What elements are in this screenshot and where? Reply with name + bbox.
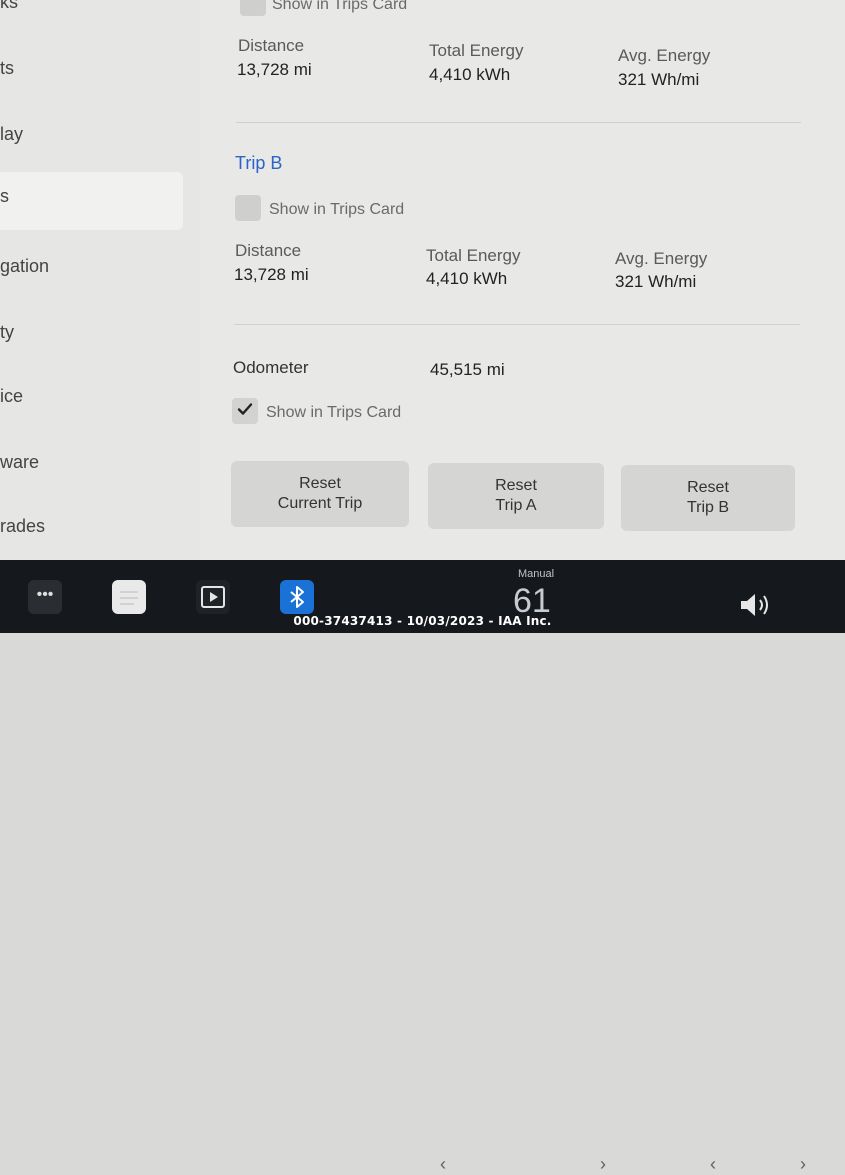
watermark-text: 000-37437413 - 10/03/2023 - IAA Inc. bbox=[293, 614, 552, 628]
bluetooth-glyph-icon bbox=[290, 586, 304, 608]
more-apps-icon[interactable]: ••• bbox=[28, 580, 62, 614]
trip-b-title: Trip B bbox=[235, 153, 283, 173]
reset-trip-a-line1: Reset bbox=[495, 477, 537, 494]
sidebar-item-lights[interactable]: ts bbox=[0, 58, 14, 79]
trip-b-show-label: Show in Trips Card bbox=[269, 201, 405, 218]
sidebar-item-trips[interactable]: s bbox=[0, 186, 9, 207]
trip-a-avg-energy-value: 321 Wh/mi bbox=[618, 70, 700, 89]
sidebar-item-software[interactable]: ware bbox=[0, 452, 39, 473]
trip-b-avg-energy-label: Avg. Energy bbox=[615, 249, 708, 268]
climate-mode-label: Manual bbox=[518, 568, 555, 580]
reset-trip-b-line2: Trip B bbox=[686, 499, 730, 516]
odometer-label: Odometer bbox=[233, 358, 309, 377]
trip-a-show-checkbox[interactable] bbox=[240, 0, 266, 16]
media-player-icon[interactable] bbox=[196, 580, 230, 614]
sidebar-item-navigation[interactable]: gation bbox=[0, 256, 49, 277]
trips-panel: Show in Trips Card Distance 13,728 mi To… bbox=[200, 0, 845, 560]
checkmark-icon bbox=[237, 403, 253, 415]
divider bbox=[236, 122, 801, 123]
sidebar-item-display[interactable]: lay bbox=[0, 124, 23, 145]
sidebar-item-locks[interactable]: ks bbox=[0, 0, 18, 13]
odometer-value: 45,515 mi bbox=[430, 360, 505, 379]
volume-down-chevron-icon[interactable]: ‹ bbox=[710, 1154, 716, 1175]
reset-current-trip-button[interactable]: Reset Current Trip bbox=[231, 461, 409, 527]
bluetooth-icon[interactable] bbox=[280, 580, 314, 614]
reset-trip-b-button[interactable]: Reset Trip B bbox=[621, 465, 795, 531]
sidebar-item-upgrades[interactable]: rades bbox=[0, 516, 45, 537]
trip-b-total-energy-value: 4,410 kWh bbox=[426, 269, 508, 288]
trip-a-distance-label: Distance bbox=[238, 36, 305, 55]
trip-b-avg-energy-value: 321 Wh/mi bbox=[615, 272, 697, 291]
trip-a-avg-energy-label: Avg. Energy bbox=[618, 46, 711, 65]
trip-b-distance-label: Distance bbox=[235, 241, 302, 260]
trip-b-distance-value: 13,728 mi bbox=[234, 265, 309, 284]
trip-b-total-energy-label: Total Energy bbox=[426, 246, 521, 265]
reset-current-trip-line1: Reset bbox=[299, 475, 341, 492]
notepad-glyph-icon bbox=[120, 591, 138, 605]
temp-up-chevron-icon[interactable]: › bbox=[600, 1154, 606, 1175]
trip-a-total-energy-label: Total Energy bbox=[429, 41, 524, 60]
sidebar-selected-highlight bbox=[0, 172, 183, 230]
reset-current-trip-line2: Current Trip bbox=[277, 495, 363, 512]
divider bbox=[234, 324, 800, 325]
trip-b-show-checkbox[interactable] bbox=[235, 195, 261, 221]
settings-screen: ks ts lay s gation ty ice ware rades Sho… bbox=[0, 0, 845, 560]
play-icon bbox=[201, 586, 225, 608]
odometer-show-label: Show in Trips Card bbox=[266, 404, 402, 421]
sidebar-item-safety[interactable]: ty bbox=[0, 322, 14, 343]
reset-trip-a-button[interactable]: Reset Trip A bbox=[428, 463, 604, 529]
volume-up-chevron-icon[interactable]: › bbox=[800, 1154, 806, 1175]
trip-a-total-energy-value: 4,410 kWh bbox=[429, 65, 511, 84]
odometer-show-checkbox[interactable] bbox=[232, 398, 258, 424]
trip-a-show-label: Show in Trips Card bbox=[272, 0, 408, 13]
temp-down-chevron-icon[interactable]: ‹ bbox=[440, 1154, 446, 1175]
notepad-icon[interactable] bbox=[112, 580, 146, 614]
trip-a-distance-value: 13,728 mi bbox=[237, 60, 312, 79]
reset-trip-b-line1: Reset bbox=[687, 479, 729, 496]
reset-trip-a-line2: Trip A bbox=[495, 497, 537, 514]
sidebar: ks ts lay s gation ty ice ware rades bbox=[0, 0, 200, 560]
sidebar-item-service[interactable]: ice bbox=[0, 386, 23, 407]
